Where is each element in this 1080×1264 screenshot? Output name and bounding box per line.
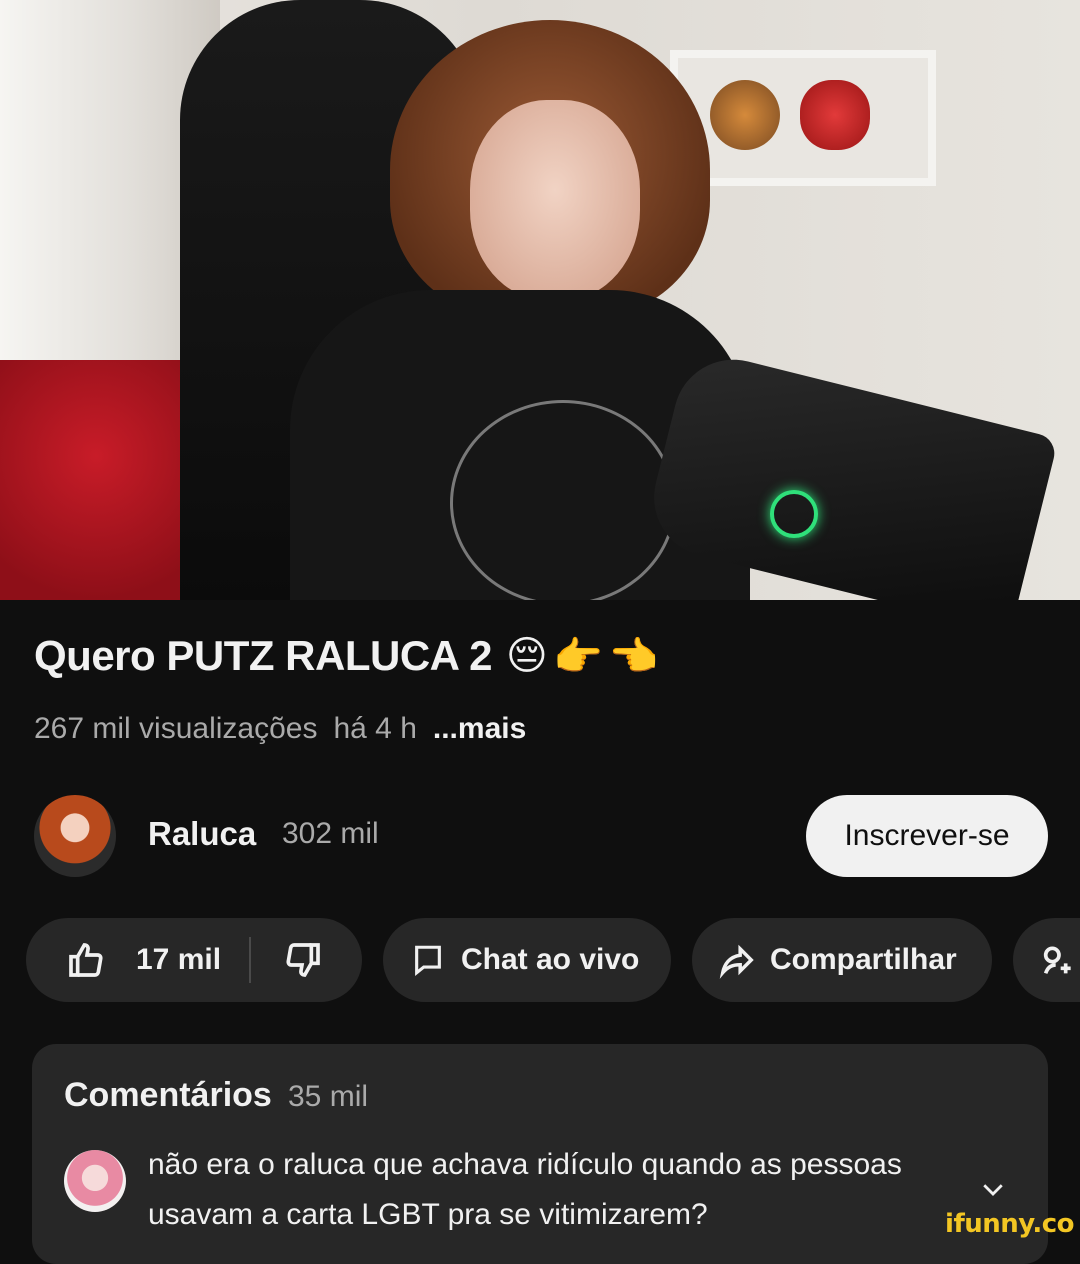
share-icon — [718, 941, 756, 979]
point-left-emoji: 👈 — [608, 634, 658, 679]
pensive-emoji: 😔 — [505, 633, 548, 678]
thumbs-down-icon[interactable] — [283, 940, 323, 980]
live-chat-label: Chat ao vivo — [461, 943, 640, 976]
comments-count: 35 mil — [288, 1080, 369, 1113]
channel-row: Raluca 302 mil Inscrever-se — [34, 795, 1048, 877]
view-count: 267 mil visualizações — [34, 712, 318, 745]
video-meta[interactable]: 267 mil visualizações há 4 h ...mais — [34, 712, 526, 746]
live-chat-button[interactable]: Chat ao vivo — [383, 918, 671, 1002]
like-count[interactable]: 17 mil — [136, 943, 221, 977]
chat-icon — [411, 943, 445, 977]
channel-name[interactable]: Raluca — [148, 815, 256, 853]
video-microphone-light — [770, 490, 818, 538]
comments-panel[interactable]: Comentários 35 mil não era o raluca que … — [32, 1044, 1048, 1264]
channel-avatar[interactable] — [34, 795, 116, 877]
video-title-text: Quero PUTZ RALUCA 2 — [34, 632, 492, 679]
remix-icon — [1039, 940, 1079, 980]
commenter-avatar — [64, 1150, 126, 1212]
remix-button[interactable] — [1013, 918, 1080, 1002]
action-bar: 17 mil Chat ao vivo Compartilhar — [26, 918, 1080, 1002]
video-title[interactable]: Quero PUTZ RALUCA 2 😔 👉 👈 — [34, 632, 658, 680]
video-plush-toy — [710, 80, 780, 150]
comments-title: Comentários — [64, 1076, 272, 1114]
subscribe-button[interactable]: Inscrever-se — [806, 795, 1048, 877]
like-dislike-pill: 17 mil — [26, 918, 362, 1002]
subscriber-count: 302 mil — [282, 817, 379, 850]
video-octopus-toy — [800, 80, 870, 150]
share-button[interactable]: Compartilhar — [692, 918, 992, 1002]
more-link[interactable]: ...mais — [433, 712, 526, 746]
like-divider — [249, 937, 252, 983]
video-hoodie-emblem — [450, 400, 676, 600]
upload-age: há 4 h — [333, 712, 417, 745]
chevron-down-icon[interactable] — [978, 1174, 1008, 1209]
ifunny-watermark: ifunny.co — [945, 1209, 1074, 1239]
point-right-emoji: 👉 — [553, 634, 603, 679]
thumbs-up-icon[interactable] — [66, 940, 106, 980]
video-player[interactable] — [0, 0, 1080, 600]
share-label: Compartilhar — [770, 943, 957, 976]
top-comment-text: não era o raluca que achava ridículo qua… — [148, 1148, 902, 1231]
video-person-face — [470, 100, 640, 300]
video-title-emojis: 😔 👉 👈 — [506, 633, 658, 680]
